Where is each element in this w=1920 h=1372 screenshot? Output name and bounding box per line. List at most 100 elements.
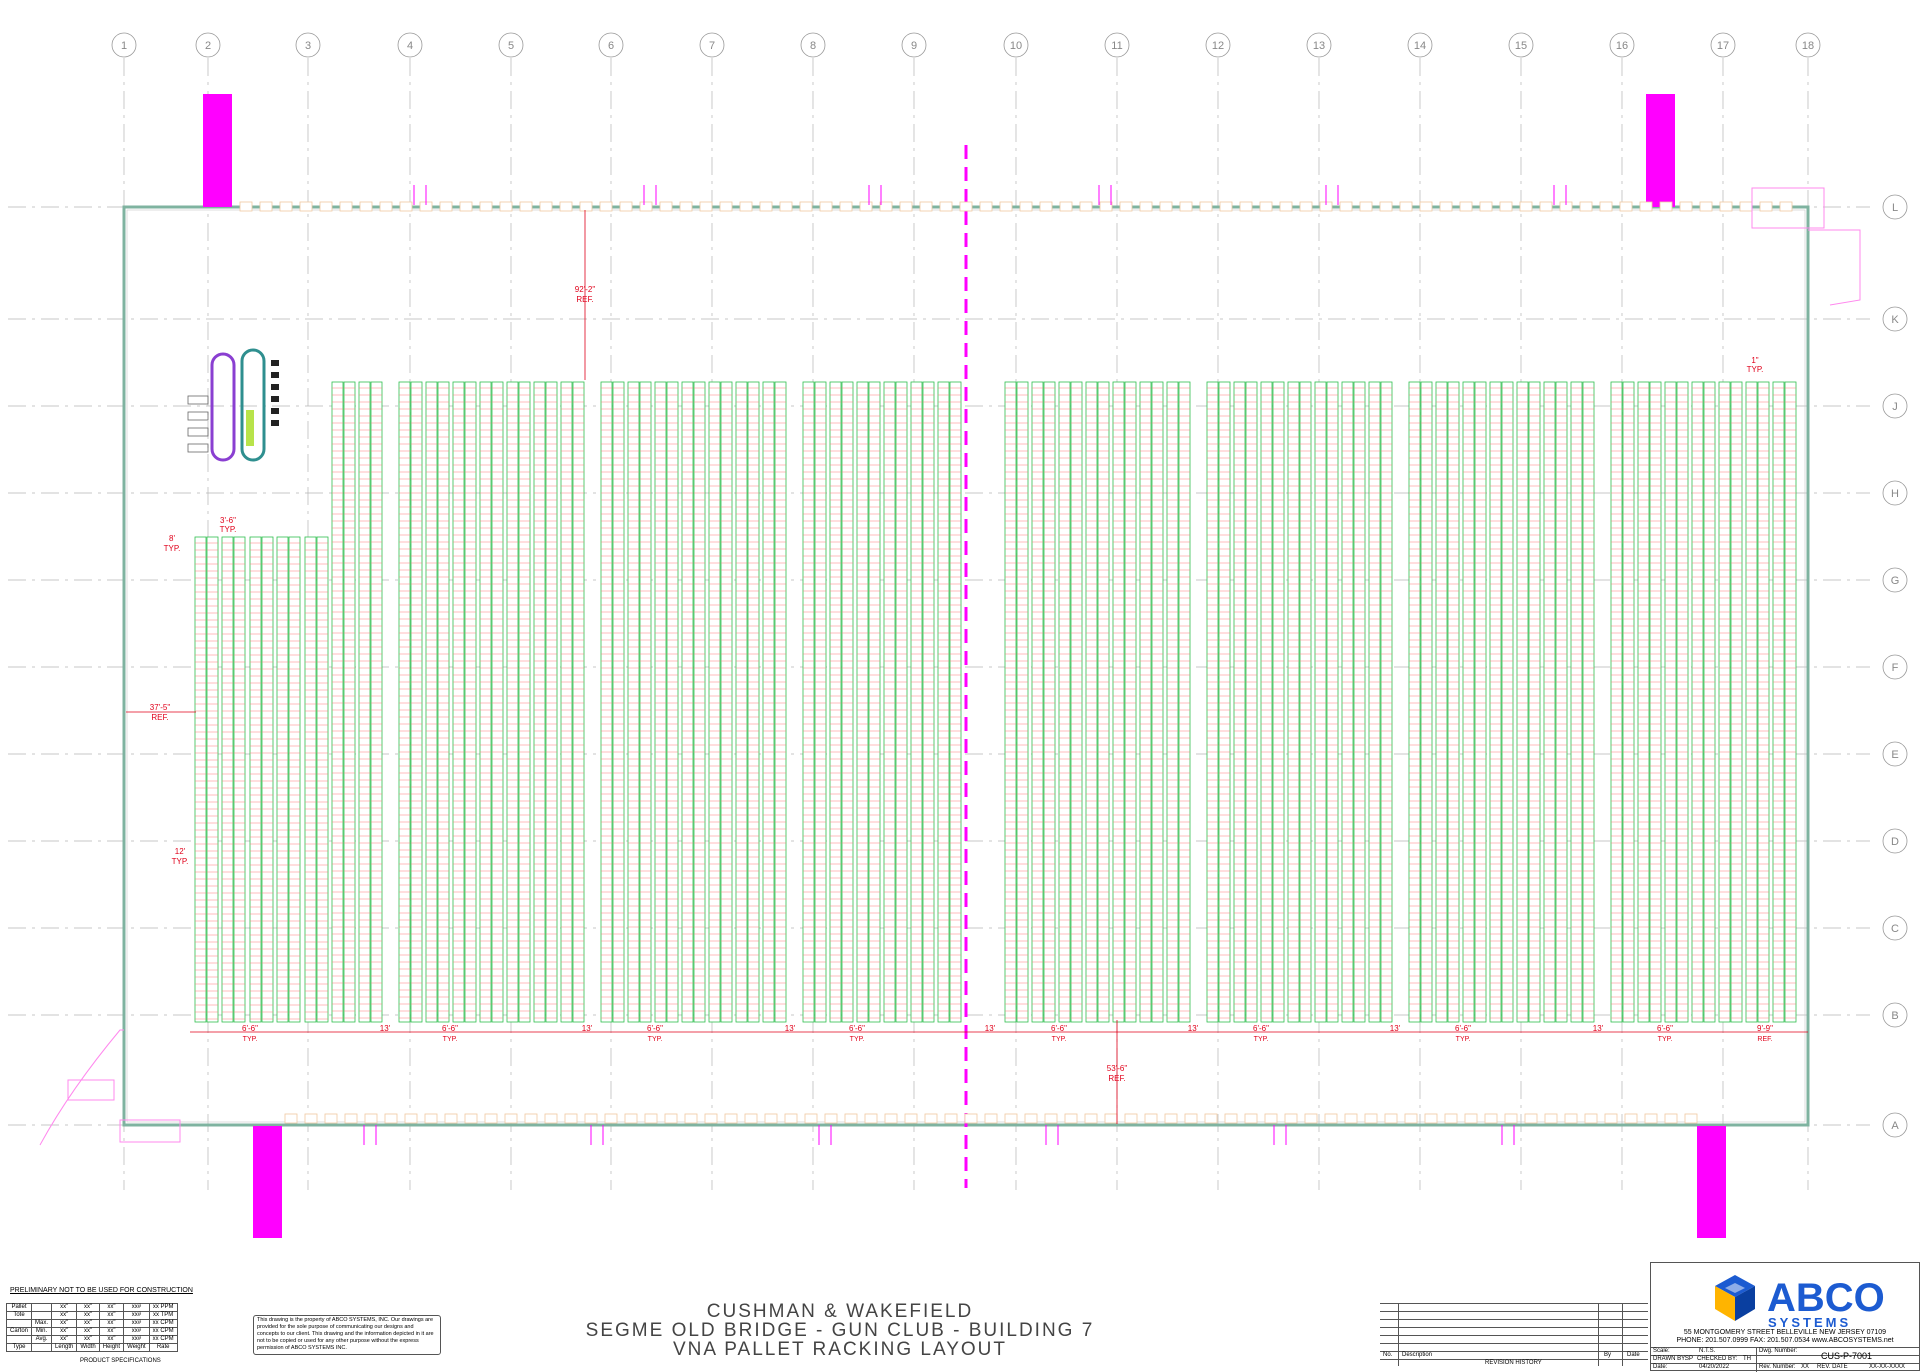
- rack-upright: [600, 381, 613, 1023]
- grid-label-col: 17: [1717, 40, 1729, 52]
- company-contact: PHONE: 201.507.0999 FAX: 201.507.0534 ww…: [1676, 1337, 1894, 1344]
- rack-upright: [1085, 381, 1098, 1023]
- spec-cell: [31, 1343, 53, 1352]
- rack-row: [261, 536, 274, 1023]
- rack-row: [1233, 381, 1246, 1023]
- rack-row: [410, 381, 423, 1023]
- rack-row: [856, 381, 869, 1023]
- rack-upright: [1097, 381, 1110, 1023]
- spec-row: Max. xx" xx" xx" xx# xx CPM: [5, 1319, 178, 1328]
- grid-label-col: 1: [121, 40, 127, 52]
- dock-door: [1779, 201, 1793, 212]
- dimension-note: TYP.: [443, 1036, 458, 1043]
- spec-row: Carton Min. xx" xx" xx" xx# xx CPM: [5, 1327, 178, 1336]
- rack-row: [1124, 381, 1137, 1023]
- spec-cell: Height: [98, 1343, 125, 1352]
- dock-door: [919, 201, 933, 212]
- spec-cell: xx": [51, 1303, 78, 1312]
- dock-door: [1239, 201, 1253, 212]
- rack-upright: [612, 381, 625, 1023]
- rack-row: [1178, 381, 1191, 1023]
- dock-door: [1544, 1113, 1558, 1124]
- rack-upright: [452, 381, 465, 1023]
- rack-upright: [1745, 381, 1758, 1023]
- rack-upright: [883, 381, 896, 1023]
- spec-cell: xx#: [123, 1319, 150, 1328]
- dock-door: [439, 201, 453, 212]
- product-spec-table: Pallet xx" xx" xx" xx# xx PPM Tote xx" xx" xx" xx#…: [5, 1303, 178, 1352]
- dimension-label: 6'-6": [1253, 1024, 1269, 1033]
- dimension-note: TYP.: [850, 1036, 865, 1043]
- rack-row: [1718, 381, 1731, 1023]
- dock-door: [859, 201, 873, 212]
- rack-upright: [868, 381, 881, 1023]
- rack-upright: [1582, 381, 1595, 1023]
- rack-row: [464, 381, 477, 1023]
- rack-upright: [949, 381, 962, 1023]
- rack-row: [1730, 381, 1743, 1023]
- dock-door: [819, 201, 833, 212]
- dock-door: [1644, 1113, 1658, 1124]
- dock-door: [844, 1113, 858, 1124]
- rack-row: [1070, 381, 1083, 1023]
- spec-cell: Avg.: [31, 1335, 53, 1344]
- dock-door: [784, 1113, 798, 1124]
- rack-row: [398, 381, 411, 1023]
- dock-door: [939, 201, 953, 212]
- rack-row: [1353, 381, 1366, 1023]
- rack-upright: [1058, 381, 1071, 1023]
- dock-door: [1099, 201, 1113, 212]
- rack-row: [304, 536, 317, 1023]
- spec-cell: xx": [76, 1311, 100, 1320]
- rack-row: [1260, 381, 1273, 1023]
- rack-row: [1543, 381, 1556, 1023]
- dock-door: [1519, 201, 1533, 212]
- rack-row: [829, 381, 842, 1023]
- dock-door: [1184, 1113, 1198, 1124]
- rack-upright: [1622, 381, 1635, 1023]
- dock-door: [604, 1113, 618, 1124]
- rack-upright: [802, 381, 815, 1023]
- dock-door: [564, 1113, 578, 1124]
- rack-upright: [627, 381, 640, 1023]
- dock-door: [584, 1113, 598, 1124]
- door-swing: [1501, 1125, 1515, 1145]
- rack-upright: [747, 381, 760, 1023]
- rack-row: [1112, 381, 1125, 1023]
- rev-col-desc: Description: [1402, 1352, 1433, 1358]
- rack-upright: [720, 381, 733, 1023]
- rack-upright: [1474, 381, 1487, 1023]
- rack-row: [1004, 381, 1017, 1023]
- rack-row: [910, 381, 923, 1023]
- dock-door: [259, 201, 273, 212]
- rack-upright: [1206, 381, 1219, 1023]
- rack-row: [452, 381, 465, 1023]
- rack-upright: [1353, 381, 1366, 1023]
- grid-label-col: 9: [911, 40, 917, 52]
- dimension-label: 6'-6": [1455, 1024, 1471, 1033]
- dock-door: [764, 1113, 778, 1124]
- rack-upright: [922, 381, 935, 1023]
- conveyor-loop: [187, 348, 279, 462]
- rack-row: [1703, 381, 1716, 1023]
- dock-door: [399, 201, 413, 212]
- rack-rows: [194, 381, 1797, 1023]
- dock-door: [1444, 1113, 1458, 1124]
- dock-door: [759, 201, 773, 212]
- rack-upright: [654, 381, 667, 1023]
- dock-door: [904, 1113, 918, 1124]
- drawn-by: SP: [1685, 1356, 1694, 1362]
- dimension-note: TYP.: [243, 1036, 258, 1043]
- spec-cell: xx": [76, 1335, 100, 1344]
- drawn-by-label: DRAWN BY:: [1653, 1356, 1687, 1362]
- rack-row: [221, 536, 234, 1023]
- rack-upright: [1016, 381, 1029, 1023]
- rack-upright: [1757, 381, 1770, 1023]
- spec-row: Tote xx" xx" xx" xx# xx TPM: [5, 1311, 178, 1320]
- spec-cell: xx": [98, 1311, 125, 1320]
- dock-door: [724, 1113, 738, 1124]
- dimension-note: TYP.: [1254, 1036, 1269, 1043]
- grid-label-col: 10: [1010, 40, 1022, 52]
- dock-door: [1259, 201, 1273, 212]
- ownership-disclaimer: This drawing is the property of ABCO SYS…: [253, 1315, 441, 1355]
